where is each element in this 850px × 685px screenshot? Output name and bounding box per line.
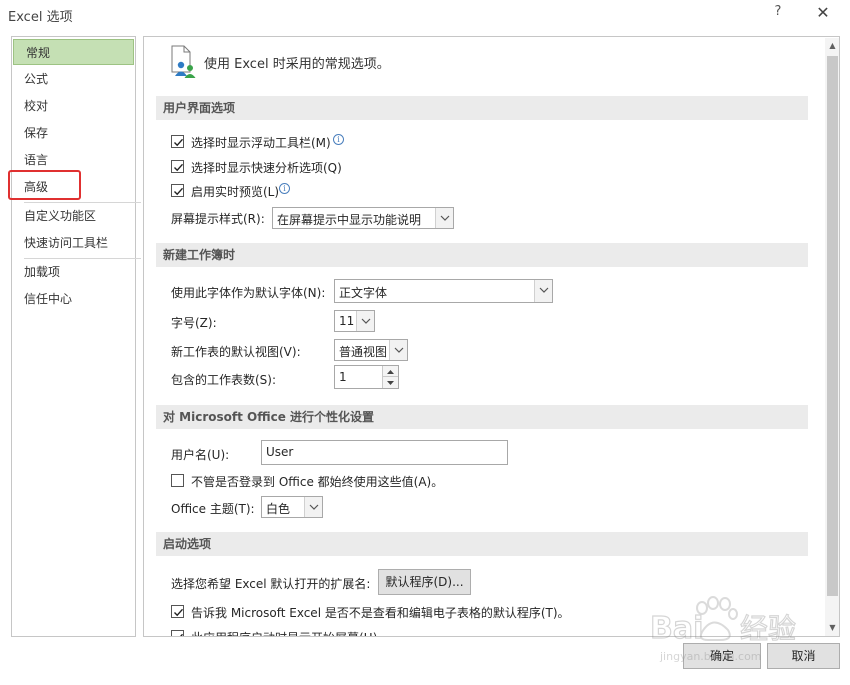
section-new-workbook: 新建工作簿时 xyxy=(156,243,808,267)
mini-toolbar-label: 选择时显示浮动工具栏(M) xyxy=(191,136,331,150)
font-size-dropdown[interactable]: 11 xyxy=(334,310,375,332)
mini-toolbar-checkbox[interactable] xyxy=(171,135,184,148)
sidebar-item-customize-ribbon[interactable]: 自定义功能区 xyxy=(12,203,135,229)
watermark: Bai 经验 jingyan.baidu.com xyxy=(640,590,850,665)
screentip-style-value: 在屏幕提示中显示功能说明 xyxy=(277,213,422,227)
live-preview-checkbox[interactable] xyxy=(171,184,184,197)
section-ui-options: 用户界面选项 xyxy=(156,96,808,120)
section-startup-options: 启动选项 xyxy=(156,532,808,556)
default-font-dropdown[interactable]: 正文字体 xyxy=(334,279,553,303)
default-font-label: 使用此字体作为默认字体(N): xyxy=(171,286,326,300)
info-icon: i xyxy=(333,134,344,145)
svg-text:Bai: Bai xyxy=(650,611,703,646)
info-icon: i xyxy=(279,183,290,194)
chevron-down-icon xyxy=(389,340,407,360)
always-use-values-checkbox[interactable] xyxy=(171,474,184,487)
sidebar-item-formulas[interactable]: 公式 xyxy=(12,66,135,92)
screentip-style-label: 屏幕提示样式(R): xyxy=(171,212,265,226)
chevron-down-icon xyxy=(435,208,453,228)
quick-analysis-checkbox[interactable] xyxy=(171,160,184,173)
font-size-label: 字号(Z): xyxy=(171,316,217,330)
title-bar: Excel 选项 ? ✕ xyxy=(0,0,850,30)
office-theme-dropdown[interactable]: 白色 xyxy=(261,496,323,518)
highlight-annotation xyxy=(8,170,81,200)
svg-text:经验: 经验 xyxy=(740,612,796,645)
live-preview-label: 启用实时预览(L) xyxy=(191,185,280,199)
section-personalize-office: 对 Microsoft Office 进行个性化设置 xyxy=(156,405,808,429)
font-size-value: 11 xyxy=(339,314,355,328)
intro-text: 使用 Excel 时采用的常规选项。 xyxy=(204,57,390,72)
close-button[interactable]: ✕ xyxy=(812,3,834,23)
tell-me-default-program-checkbox[interactable] xyxy=(171,605,184,618)
show-start-screen-checkbox[interactable] xyxy=(171,630,184,636)
window-title: Excel 选项 xyxy=(8,10,73,25)
tell-me-default-program-label: 告诉我 Microsoft Excel 是否不是查看和编辑电子表格的默认程序(T… xyxy=(191,606,570,620)
username-label: 用户名(U): xyxy=(171,448,230,462)
default-view-dropdown[interactable]: 普通视图 xyxy=(334,339,408,361)
sidebar-item-general[interactable]: 常规 xyxy=(13,39,134,65)
category-sidebar: 常规 公式 校对 保存 语言 高级 自定义功能区 快速访问工具栏 加载项 信任中… xyxy=(11,36,141,637)
default-font-value: 正文字体 xyxy=(339,286,388,300)
sheet-count-label: 包含的工作表数(S): xyxy=(171,373,277,387)
sheet-count-spinner[interactable]: 1 xyxy=(334,365,399,389)
sidebar-item-proofing[interactable]: 校对 xyxy=(12,93,135,119)
default-view-label: 新工作表的默认视图(V): xyxy=(171,345,301,359)
help-button[interactable]: ? xyxy=(770,4,786,22)
sidebar-item-trust-center[interactable]: 信任中心 xyxy=(12,286,135,312)
default-view-value: 普通视图 xyxy=(339,345,388,359)
sidebar-item-add-ins[interactable]: 加载项 xyxy=(12,259,135,285)
watermark-subtext: jingyan.baidu.com xyxy=(659,650,762,663)
quick-analysis-label: 选择时显示快速分析选项(Q) xyxy=(191,161,342,175)
screentip-style-dropdown[interactable]: 在屏幕提示中显示功能说明 xyxy=(272,207,454,229)
always-use-values-label: 不管是否登录到 Office 都始终使用这些值(A)。 xyxy=(191,475,444,489)
default-programs-button[interactable]: 默认程序(D)... xyxy=(378,569,471,595)
vertical-scrollbar[interactable]: ▲ ▼ xyxy=(825,38,839,636)
spinner-down-icon[interactable] xyxy=(383,377,398,388)
chevron-down-icon xyxy=(304,497,322,517)
office-theme-value: 白色 xyxy=(266,502,291,516)
default-extensions-label: 选择您希望 Excel 默认打开的扩展名: xyxy=(171,577,371,591)
options-panel: 使用 Excel 时采用的常规选项。 用户界面选项 选择时显示浮动工具栏(M) … xyxy=(143,36,840,637)
sidebar-item-save[interactable]: 保存 xyxy=(12,120,135,146)
scroll-up-icon[interactable]: ▲ xyxy=(825,38,839,54)
show-start-screen-label: 此应用程序启动时显示开始屏幕(H) xyxy=(191,629,377,636)
chevron-down-icon xyxy=(534,280,552,302)
spinner-up-icon[interactable] xyxy=(383,366,398,377)
general-options-icon xyxy=(169,45,199,79)
sidebar-item-quick-access-toolbar[interactable]: 快速访问工具栏 xyxy=(12,230,135,256)
office-theme-label: Office 主题(T): xyxy=(171,502,255,516)
sheet-count-value: 1 xyxy=(339,370,347,384)
scroll-thumb[interactable] xyxy=(827,56,838,596)
chevron-down-icon xyxy=(356,311,374,331)
username-input[interactable]: User xyxy=(261,440,508,465)
